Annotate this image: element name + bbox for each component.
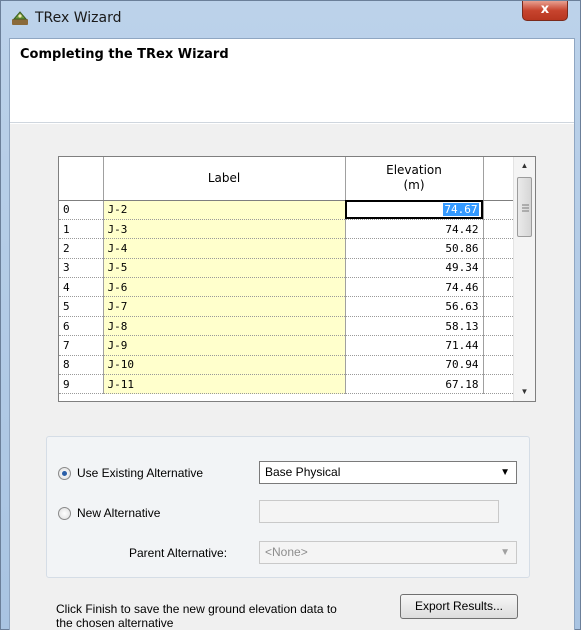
- new-alternative-option[interactable]: New Alternative: [58, 505, 160, 521]
- row-index: 1: [59, 219, 104, 240]
- table-row[interactable]: 0 J-2 74.67: [59, 200, 515, 220]
- row-filler: [483, 296, 515, 317]
- label-cell[interactable]: J-10: [103, 355, 346, 376]
- elevation-column-header[interactable]: Elevation (m): [345, 157, 484, 201]
- elevation-cell[interactable]: 71.44: [345, 335, 484, 356]
- close-button[interactable]: x: [522, 1, 568, 21]
- row-filler: [483, 258, 515, 279]
- title-bar[interactable]: TRex Wizard x: [1, 1, 580, 35]
- elevation-cell[interactable]: 74.67: [345, 200, 484, 220]
- use-existing-radio[interactable]: [58, 466, 71, 480]
- elevation-table: Label Elevation (m) 0 J-2 74.67 1 J-3 74…: [59, 157, 515, 395]
- row-filler: [483, 238, 515, 259]
- parent-alternative-label: Parent Alternative:: [129, 546, 228, 560]
- row-index: 4: [59, 277, 104, 298]
- row-filler: [483, 316, 515, 337]
- row-filler: [483, 200, 515, 220]
- label-cell[interactable]: J-8: [103, 316, 346, 337]
- label-cell[interactable]: J-7: [103, 296, 346, 317]
- label-cell[interactable]: J-5: [103, 258, 346, 279]
- row-index: 6: [59, 316, 104, 337]
- wizard-client-area: Completing the TRex Wizard Label Elevati…: [9, 38, 575, 630]
- row-filler: [483, 374, 515, 395]
- chevron-down-icon: ▼: [500, 547, 510, 558]
- table-row[interactable]: 6 J-8 58.13: [59, 316, 515, 337]
- row-index: 3: [59, 258, 104, 279]
- existing-alternative-value: Base Physical: [265, 465, 341, 479]
- new-alternative-label[interactable]: New Alternative: [77, 506, 160, 520]
- table-row[interactable]: 3 J-5 49.34: [59, 258, 515, 279]
- row-filler: [483, 277, 515, 298]
- label-cell[interactable]: J-11: [103, 374, 346, 395]
- row-index: 9: [59, 374, 104, 395]
- finish-instructions: Click Finish to save the new ground elev…: [56, 602, 337, 630]
- table-row[interactable]: 9 J-11 67.18: [59, 374, 515, 395]
- label-column-header[interactable]: Label: [103, 157, 346, 201]
- row-index: 7: [59, 335, 104, 356]
- wizard-content: Label Elevation (m) 0 J-2 74.67 1 J-3 74…: [10, 124, 574, 630]
- parent-alternative-value: <None>: [265, 545, 308, 559]
- row-index: 8: [59, 355, 104, 376]
- row-filler: [483, 355, 515, 376]
- new-alternative-name-field[interactable]: [259, 500, 499, 523]
- elevation-cell[interactable]: 56.63: [345, 296, 484, 317]
- use-existing-option[interactable]: Use Existing Alternative: [58, 465, 203, 481]
- table-row[interactable]: 8 J-10 70.94: [59, 355, 515, 376]
- alternative-options-panel: Use Existing Alternative Base Physical ▼…: [46, 436, 530, 578]
- label-cell[interactable]: J-2: [103, 200, 346, 220]
- elevation-value-selected[interactable]: 74.67: [443, 203, 479, 217]
- window-title: TRex Wizard: [35, 10, 122, 26]
- table-row[interactable]: 4 J-6 74.46: [59, 277, 515, 298]
- row-index: 2: [59, 238, 104, 259]
- row-filler: [483, 335, 515, 356]
- row-filler: [483, 219, 515, 240]
- grid-vertical-scrollbar[interactable]: ▲ ▼: [513, 157, 535, 401]
- elevation-grid[interactable]: Label Elevation (m) 0 J-2 74.67 1 J-3 74…: [58, 156, 536, 402]
- elevation-cell[interactable]: 58.13: [345, 316, 484, 337]
- row-index-header: [59, 157, 104, 201]
- page-title: Completing the TRex Wizard: [20, 47, 229, 62]
- label-cell[interactable]: J-4: [103, 238, 346, 259]
- use-existing-label[interactable]: Use Existing Alternative: [77, 466, 203, 480]
- elevation-header-unit: (m): [403, 178, 425, 193]
- header-filler: [483, 157, 515, 201]
- export-results-button[interactable]: Export Results...: [400, 594, 518, 619]
- table-row[interactable]: 5 J-7 56.63: [59, 296, 515, 317]
- parent-alternative-dropdown[interactable]: <None> ▼: [259, 541, 517, 564]
- label-cell[interactable]: J-9: [103, 335, 346, 356]
- trex-wizard-window: TRex Wizard x Completing the TRex Wizard…: [0, 0, 581, 630]
- wizard-header: Completing the TRex Wizard: [10, 39, 574, 123]
- label-cell[interactable]: J-6: [103, 277, 346, 298]
- table-row[interactable]: 7 J-9 71.44: [59, 335, 515, 356]
- scroll-up-icon[interactable]: ▲: [514, 157, 535, 175]
- table-row[interactable]: 1 J-3 74.42: [59, 219, 515, 240]
- chevron-down-icon: ▼: [500, 467, 510, 478]
- label-cell[interactable]: J-3: [103, 219, 346, 240]
- close-icon: x: [540, 2, 550, 17]
- row-index: 5: [59, 296, 104, 317]
- row-index: 0: [59, 200, 104, 220]
- scroll-thumb[interactable]: [517, 177, 532, 237]
- elevation-cell[interactable]: 49.34: [345, 258, 484, 279]
- existing-alternative-dropdown[interactable]: Base Physical ▼: [259, 461, 517, 484]
- trex-wizard-icon: [12, 11, 28, 25]
- table-row[interactable]: 2 J-4 50.86: [59, 238, 515, 259]
- new-alternative-radio[interactable]: [58, 506, 71, 520]
- table-header-row: Label Elevation (m): [59, 157, 515, 201]
- grip-icon: [522, 204, 529, 212]
- elevation-cell[interactable]: 74.46: [345, 277, 484, 298]
- elevation-cell[interactable]: 67.18: [345, 374, 484, 395]
- elevation-cell[interactable]: 50.86: [345, 238, 484, 259]
- scroll-down-icon[interactable]: ▼: [514, 383, 535, 401]
- elevation-header-line1: Elevation: [386, 163, 442, 178]
- elevation-cell[interactable]: 70.94: [345, 355, 484, 376]
- elevation-cell[interactable]: 74.42: [345, 219, 484, 240]
